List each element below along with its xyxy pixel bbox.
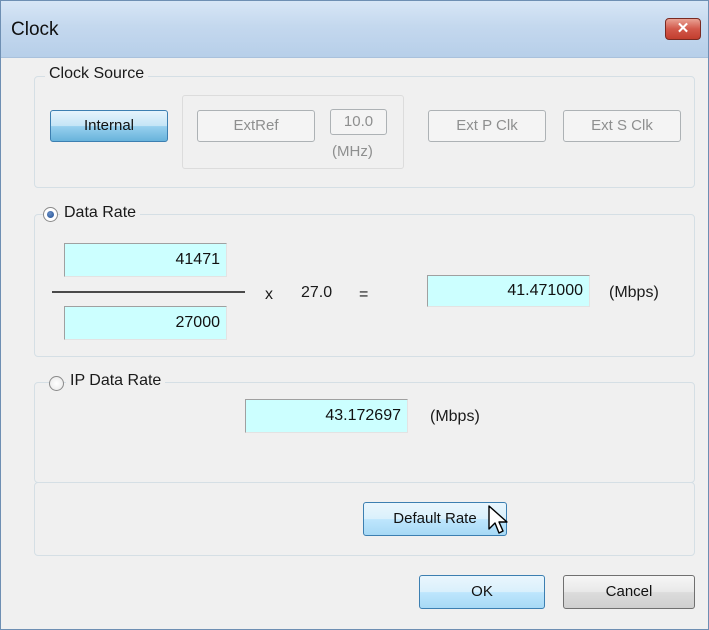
data-rate-radio[interactable] — [43, 207, 58, 222]
dialog-body: Clock Source Internal ExtRef 10.0 (MHz) … — [1, 58, 708, 629]
clock-dialog: Clock ✕ Clock Source Internal ExtRef 10.… — [0, 0, 709, 630]
ext-p-clk-button[interactable]: Ext P Clk — [428, 110, 546, 142]
data-rate-result-field[interactable]: 41.471000 — [427, 275, 590, 307]
ref-frequency-field[interactable]: 10.0 — [330, 109, 387, 135]
data-rate-label: Data Rate — [60, 204, 141, 222]
ip-data-rate-unit: (Mbps) — [430, 408, 480, 425]
cancel-button[interactable]: Cancel — [563, 575, 695, 609]
ip-data-rate-radio[interactable] — [49, 376, 64, 391]
close-button[interactable]: ✕ — [665, 18, 701, 40]
default-rate-button[interactable]: Default Rate — [363, 502, 507, 536]
clock-source-label: Clock Source — [45, 65, 149, 83]
times-sign: x — [265, 286, 273, 303]
data-rate-unit: (Mbps) — [609, 284, 659, 301]
ip-data-rate-field[interactable]: 43.172697 — [245, 399, 408, 433]
denominator-field[interactable]: 27000 — [64, 306, 227, 340]
multiplier-value: 27.0 — [301, 284, 333, 301]
mouse-cursor-icon — [488, 505, 508, 534]
window-title: Clock — [11, 19, 59, 40]
extref-button[interactable]: ExtRef — [197, 110, 315, 142]
ref-frequency-unit: (MHz) — [332, 143, 373, 160]
numerator-field[interactable]: 41471 — [64, 243, 227, 277]
radio-selected-dot — [47, 211, 54, 218]
ok-button[interactable]: OK — [419, 575, 545, 609]
ip-data-rate-label: IP Data Rate — [66, 372, 166, 390]
internal-button[interactable]: Internal — [50, 110, 168, 142]
fraction-bar — [52, 291, 245, 293]
ext-s-clk-button[interactable]: Ext S Clk — [563, 110, 681, 142]
title-bar[interactable]: Clock ✕ — [1, 1, 708, 58]
close-icon: ✕ — [676, 20, 690, 37]
equals-sign: = — [359, 286, 369, 303]
